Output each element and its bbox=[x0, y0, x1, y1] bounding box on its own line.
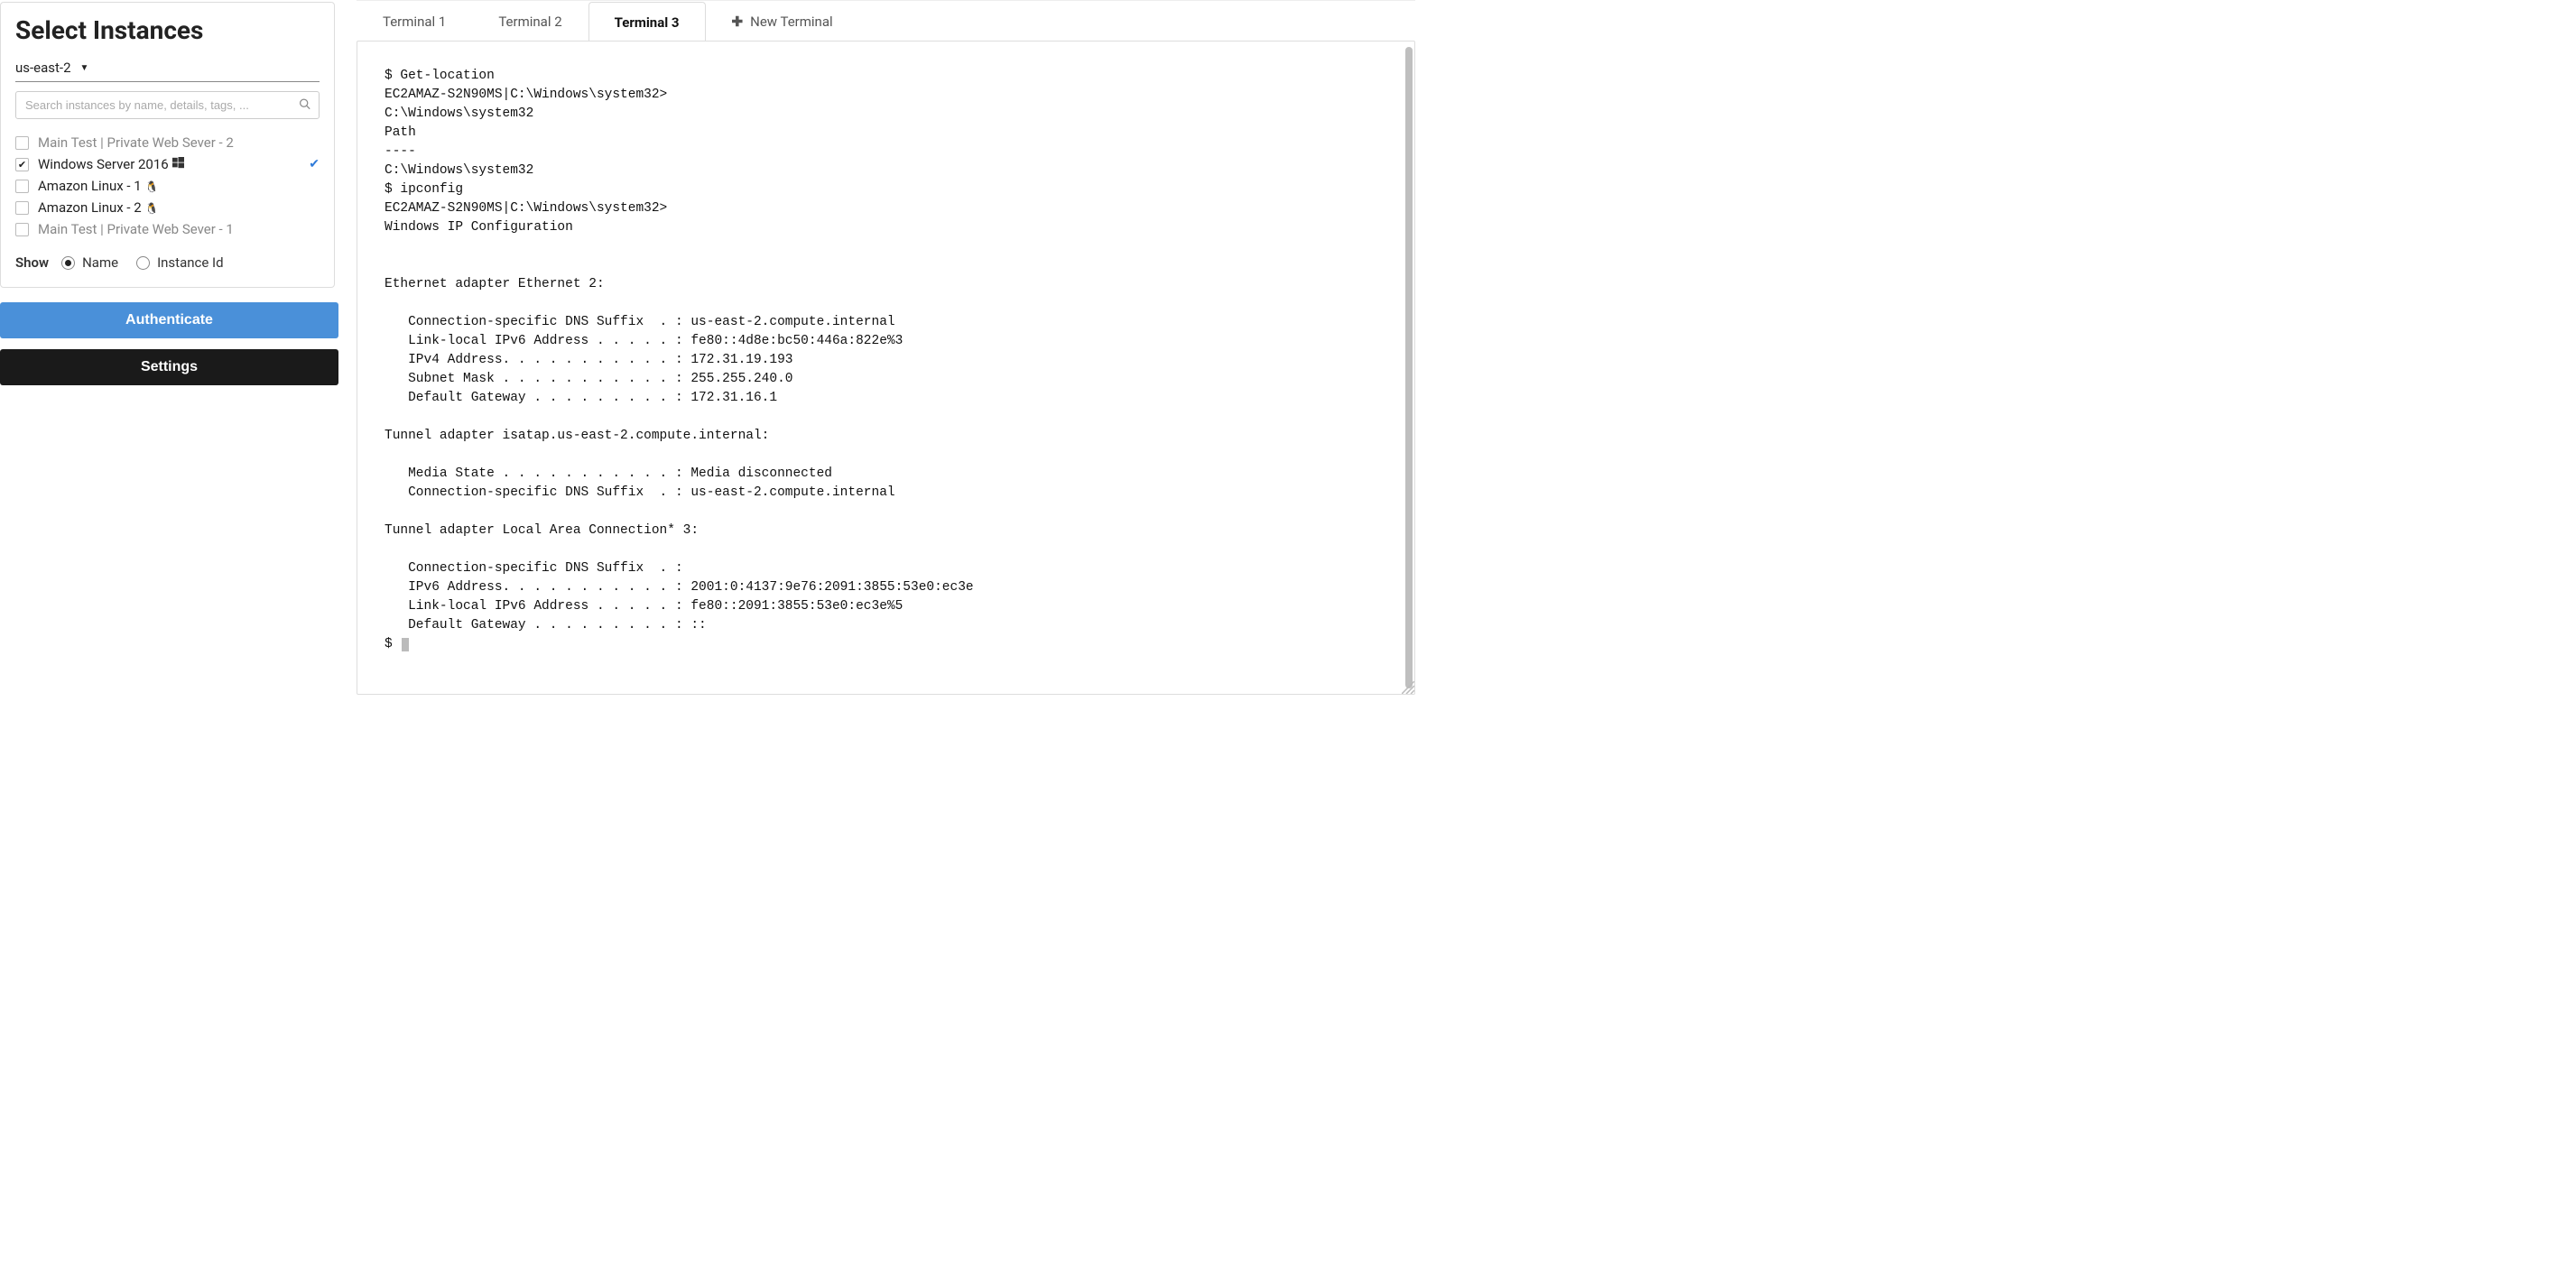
radio-label: Instance Id bbox=[157, 254, 224, 271]
radio[interactable] bbox=[61, 256, 75, 270]
terminal-wrap: $ Get-location EC2AMAZ-S2N90MS|C:\Window… bbox=[357, 41, 1415, 695]
new-tab-label: New Terminal bbox=[750, 14, 833, 30]
authenticate-button[interactable]: Authenticate bbox=[0, 302, 338, 338]
terminal[interactable]: $ Get-location EC2AMAZ-S2N90MS|C:\Window… bbox=[357, 42, 1414, 694]
checkbox[interactable] bbox=[15, 158, 29, 171]
linux-icon: 🐧 bbox=[145, 180, 159, 193]
instance-row[interactable]: Main Test | Private Web Sever - 2 bbox=[15, 132, 320, 153]
main: Terminal 1Terminal 2Terminal 3 ✚ New Termi… bbox=[357, 0, 1415, 695]
settings-button[interactable]: Settings bbox=[0, 349, 338, 385]
region-dropdown[interactable]: us-east-2 ▼ bbox=[15, 60, 320, 82]
instance-label: Main Test | Private Web Sever - 2 bbox=[38, 134, 234, 151]
show-row: Show Name Instance Id bbox=[15, 254, 320, 271]
checkbox[interactable] bbox=[15, 201, 29, 215]
page-title: Select Instances bbox=[15, 15, 320, 45]
instance-label: Windows Server 2016 bbox=[38, 156, 184, 172]
resize-handle-icon[interactable] bbox=[1402, 681, 1414, 694]
scrollbar[interactable] bbox=[1405, 47, 1413, 688]
plus-icon: ✚ bbox=[732, 14, 744, 30]
search-wrap bbox=[15, 91, 320, 119]
radio[interactable] bbox=[136, 256, 150, 270]
instance-row[interactable]: Amazon Linux - 2🐧 bbox=[15, 197, 320, 218]
checkbox[interactable] bbox=[15, 223, 29, 236]
instance-label: Amazon Linux - 1🐧 bbox=[38, 178, 159, 194]
region-label: us-east-2 bbox=[15, 60, 71, 76]
radio-option[interactable]: Name bbox=[61, 254, 118, 271]
instance-label: Main Test | Private Web Sever - 1 bbox=[38, 221, 234, 237]
chevron-down-icon: ▼ bbox=[80, 63, 89, 73]
windows-icon bbox=[172, 159, 184, 172]
instance-label: Amazon Linux - 2🐧 bbox=[38, 199, 159, 216]
tab[interactable]: Terminal 3 bbox=[588, 2, 706, 42]
sidebar-card: Select Instances us-east-2 ▼ Main Test |… bbox=[0, 2, 335, 288]
checkbox[interactable] bbox=[15, 136, 29, 150]
radio-label: Name bbox=[82, 254, 118, 271]
instance-list: Main Test | Private Web Sever - 2 Windows… bbox=[15, 132, 320, 240]
check-icon: ✔ bbox=[309, 157, 320, 171]
show-label: Show bbox=[15, 254, 49, 271]
instance-row[interactable]: Amazon Linux - 1🐧 bbox=[15, 175, 320, 197]
search-icon bbox=[299, 97, 310, 113]
sidebar: Select Instances us-east-2 ▼ Main Test |… bbox=[0, 0, 338, 695]
search-input[interactable] bbox=[15, 91, 320, 119]
linux-icon: 🐧 bbox=[145, 202, 159, 215]
checkbox[interactable] bbox=[15, 180, 29, 193]
instance-row[interactable]: Windows Server 2016 ✔ bbox=[15, 153, 320, 175]
tab[interactable]: Terminal 1 bbox=[357, 1, 472, 41]
instance-row[interactable]: Main Test | Private Web Sever - 1 bbox=[15, 218, 320, 240]
radio-option[interactable]: Instance Id bbox=[136, 254, 224, 271]
tabs: Terminal 1Terminal 2Terminal 3 ✚ New Termi… bbox=[357, 1, 1415, 41]
new-tab-button[interactable]: ✚ New Terminal bbox=[706, 1, 859, 41]
tab[interactable]: Terminal 2 bbox=[472, 1, 588, 41]
cursor bbox=[402, 638, 409, 651]
